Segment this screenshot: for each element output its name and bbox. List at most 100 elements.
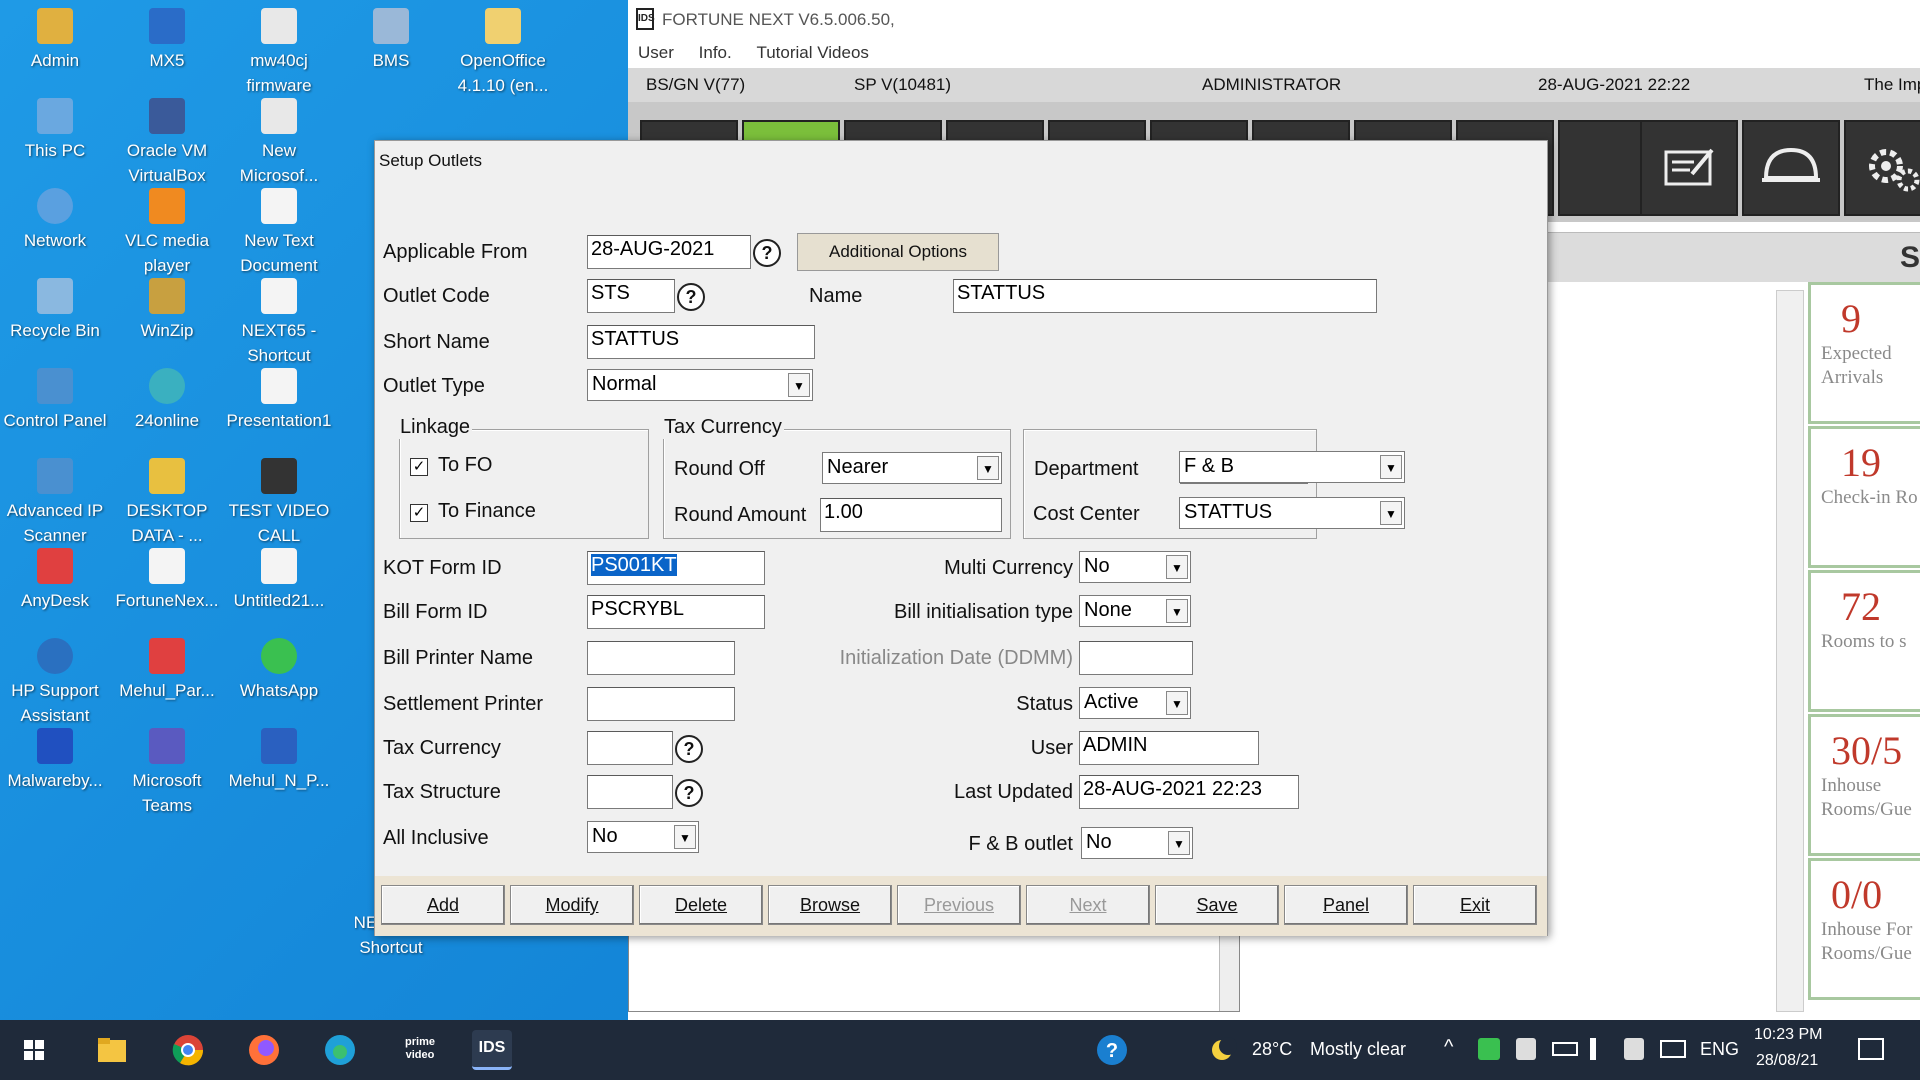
- desktop-icon-virtualbox[interactable]: Oracle VM VirtualBox: [112, 90, 222, 194]
- windows-start-icon[interactable]: [14, 1030, 54, 1070]
- clock-date[interactable]: 28/08/21: [1756, 1052, 1818, 1070]
- applicable-from-input[interactable]: 28-AUG-2021: [587, 235, 751, 269]
- init-date-input[interactable]: [1079, 641, 1193, 675]
- housekeeping-button[interactable]: [1742, 120, 1840, 216]
- add-button[interactable]: Add: [381, 885, 505, 925]
- desktop-icon-bms[interactable]: BMS: [336, 0, 446, 104]
- vertical-scrollbar[interactable]: [1776, 290, 1804, 1012]
- weather-temp[interactable]: 28°C: [1252, 1039, 1292, 1060]
- desktop-icon-firmware[interactable]: mw40cj firmware: [224, 0, 334, 104]
- desktop-icon-next65[interactable]: NEXT65 - Shortcut: [224, 270, 334, 374]
- firefox-icon[interactable]: [244, 1030, 284, 1070]
- name-input[interactable]: STATTUS: [953, 279, 1377, 313]
- desktop-icon-teams[interactable]: Microsoft Teams: [112, 720, 222, 824]
- ids-app-icon[interactable]: IDS: [472, 1030, 512, 1070]
- desktop-icon-untitled[interactable]: Untitled21...: [224, 540, 334, 644]
- delete-button[interactable]: Delete: [639, 885, 763, 925]
- fb-outlet-select[interactable]: No ▼: [1081, 827, 1193, 859]
- desktop-icon-ip-scanner[interactable]: Advanced IP Scanner: [0, 450, 110, 554]
- help-icon[interactable]: ?: [753, 239, 781, 267]
- speaker-icon[interactable]: [1590, 1038, 1610, 1060]
- desktop-icon-anydesk[interactable]: AnyDesk: [0, 540, 110, 644]
- last-updated-input[interactable]: 28-AUG-2021 22:23: [1079, 775, 1299, 809]
- help-icon[interactable]: ?: [677, 283, 705, 311]
- menu-user[interactable]: User: [638, 40, 674, 63]
- prime-video-icon[interactable]: prime video: [394, 1030, 446, 1070]
- save-button[interactable]: Save: [1155, 885, 1279, 925]
- weather-text[interactable]: Mostly clear: [1310, 1039, 1406, 1060]
- desktop-icon-test-video[interactable]: TEST VIDEO CALL: [224, 450, 334, 554]
- additional-options-button[interactable]: Additional Options: [797, 233, 999, 271]
- desktop-icon-winzip[interactable]: WinZip: [112, 270, 222, 374]
- stat-rooms[interactable]: 72 Rooms to s: [1808, 570, 1920, 712]
- tray-app-icon[interactable]: [1478, 1038, 1500, 1060]
- stat-expected-arrivals[interactable]: 9 Expected Arrivals: [1808, 282, 1920, 424]
- desktop-icon-vlc[interactable]: VLC media player: [112, 180, 222, 284]
- desktop-icon-new-text[interactable]: New Text Document: [224, 180, 334, 284]
- to-fo-checkbox[interactable]: ✓: [410, 458, 428, 476]
- help-icon[interactable]: ?: [675, 779, 703, 807]
- to-finance-checkbox[interactable]: ✓: [410, 504, 428, 522]
- desktop-icon-this-pc[interactable]: This PC: [0, 90, 110, 194]
- battery-icon[interactable]: [1552, 1042, 1578, 1056]
- browse-button[interactable]: Browse: [768, 885, 892, 925]
- edit-note-button[interactable]: [1640, 120, 1738, 216]
- help-icon[interactable]: ?: [675, 735, 703, 763]
- menu-tutorial-videos[interactable]: Tutorial Videos: [756, 40, 868, 63]
- stat-check-in[interactable]: 19 Check-in Ro: [1808, 426, 1920, 568]
- menu-info[interactable]: Info.: [699, 40, 732, 63]
- department-select-box[interactable]: F & B ▼: [1179, 451, 1405, 483]
- settlement-printer-input[interactable]: [587, 687, 735, 721]
- next-button[interactable]: Next: [1026, 885, 1150, 925]
- outlet-code-input[interactable]: STS: [587, 279, 675, 313]
- clock-time[interactable]: 10:23 PM: [1754, 1026, 1822, 1044]
- desktop-icon-network[interactable]: Network: [0, 180, 110, 284]
- desktop-icon-word[interactable]: Mehul_N_P...: [224, 720, 334, 824]
- kot-form-id-input[interactable]: PS001KT: [587, 551, 765, 585]
- desktop-icon-admin[interactable]: Admin: [0, 0, 110, 104]
- desktop-icon-mx5[interactable]: MX5: [112, 0, 222, 104]
- user-input[interactable]: ADMIN: [1079, 731, 1259, 765]
- all-inclusive-select[interactable]: No ▼: [587, 821, 699, 853]
- multi-currency-select[interactable]: No ▼: [1079, 551, 1191, 583]
- tax-structure-input[interactable]: [587, 775, 673, 809]
- desktop-icon-hp-support[interactable]: HP Support Assistant: [0, 630, 110, 734]
- help-circle-icon[interactable]: ?: [1092, 1030, 1132, 1070]
- bill-init-type-select[interactable]: None ▼: [1079, 595, 1191, 627]
- short-name-input[interactable]: STATTUS: [587, 325, 815, 359]
- cost-center-select[interactable]: STATTUS ▼: [1179, 497, 1405, 529]
- tax-currency-input[interactable]: [587, 731, 673, 765]
- chrome-icon[interactable]: [168, 1030, 208, 1070]
- bill-form-id-input[interactable]: PSCRYBL: [587, 595, 765, 629]
- modify-button[interactable]: Modify: [510, 885, 634, 925]
- round-off-select[interactable]: Nearer ▼: [822, 452, 1002, 484]
- bill-printer-name-input[interactable]: [587, 641, 735, 675]
- language-indicator[interactable]: ENG: [1700, 1039, 1739, 1060]
- exit-button[interactable]: Exit: [1413, 885, 1537, 925]
- desktop-icon-malwarebytes[interactable]: Malwareby...: [0, 720, 110, 824]
- desktop-icon-new-microsoft[interactable]: New Microsof...: [224, 90, 334, 194]
- desktop-icon-whatsapp[interactable]: WhatsApp: [224, 630, 334, 734]
- desktop-icon-presentation[interactable]: Presentation1: [224, 360, 334, 464]
- tray-ids-icon[interactable]: [1624, 1038, 1644, 1060]
- notifications-icon[interactable]: [1858, 1038, 1884, 1060]
- settings-button[interactable]: [1844, 120, 1920, 216]
- desktop-icon-desktop-data[interactable]: DESKTOP DATA - ...: [112, 450, 222, 554]
- file-explorer-icon[interactable]: [92, 1030, 132, 1070]
- status-select[interactable]: Active ▼: [1079, 687, 1191, 719]
- panel-button[interactable]: Panel: [1284, 885, 1408, 925]
- desktop-icon-openoffice[interactable]: OpenOffice 4.1.10 (en...: [448, 0, 558, 104]
- previous-button[interactable]: Previous: [897, 885, 1021, 925]
- desktop-icon-control-panel[interactable]: Control Panel: [0, 360, 110, 464]
- outlet-type-select[interactable]: Normal ▼: [587, 369, 813, 401]
- desktop-icon-pdf[interactable]: Mehul_Par...: [112, 630, 222, 734]
- desktop-icon-fortunenext[interactable]: FortuneNex...: [112, 540, 222, 644]
- network-icon[interactable]: [1660, 1040, 1686, 1058]
- desktop-icon-24online[interactable]: 24online: [112, 360, 222, 464]
- stat-inhouse-foreign[interactable]: 0/0 Inhouse For Rooms/Gue: [1808, 858, 1920, 1000]
- desktop-icon-recycle-bin[interactable]: Recycle Bin: [0, 270, 110, 374]
- round-amount-input[interactable]: 1.00: [820, 498, 1002, 532]
- stat-inhouse[interactable]: 30/5 Inhouse Rooms/Gue: [1808, 714, 1920, 856]
- edge-icon[interactable]: [320, 1030, 360, 1070]
- shield-icon[interactable]: [1516, 1038, 1536, 1060]
